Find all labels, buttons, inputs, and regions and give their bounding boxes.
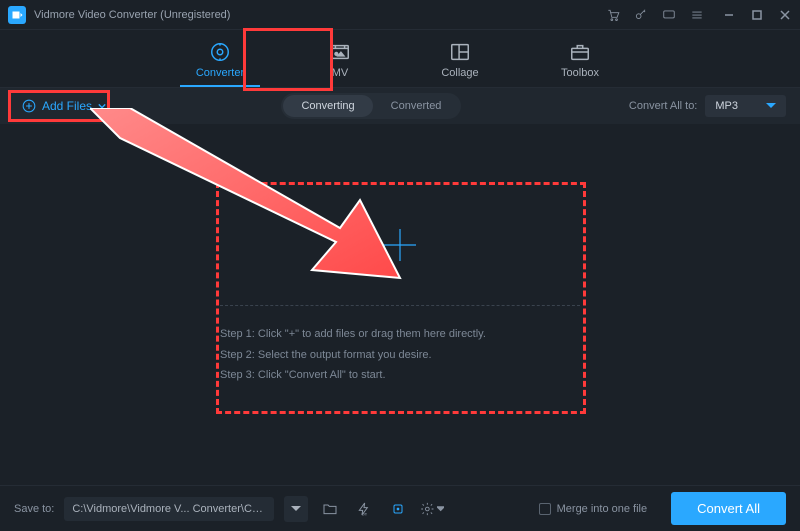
- tab-converter[interactable]: Converter: [180, 41, 260, 87]
- sub-toolbar: Add Files Converting Converted Convert A…: [0, 88, 800, 124]
- chevron-down-icon: [98, 102, 106, 110]
- minimize-button[interactable]: [722, 8, 736, 22]
- hardware-accel-button[interactable]: Off: [352, 497, 376, 521]
- high-speed-button[interactable]: [386, 497, 410, 521]
- titlebar: Vidmore Video Converter (Unregistered): [0, 0, 800, 30]
- tab-label: MV: [332, 67, 349, 79]
- merge-checkbox[interactable]: Merge into one file: [539, 503, 648, 515]
- tab-label: Toolbox: [561, 67, 599, 79]
- maximize-button[interactable]: [750, 8, 764, 22]
- convert-all-to-label: Convert All to:: [629, 100, 697, 112]
- segment-converting[interactable]: Converting: [283, 95, 372, 117]
- tab-toolbox[interactable]: Toolbox: [540, 41, 620, 87]
- step-text: Step 3: Click "Convert All" to start.: [220, 365, 580, 386]
- step-text: Step 2: Select the output format you des…: [220, 345, 580, 366]
- collage-icon: [449, 41, 471, 63]
- bottom-bar: Save to: C:\Vidmore\Vidmore V... Convert…: [0, 485, 800, 531]
- format-selected-value: MP3: [715, 100, 738, 112]
- cart-icon[interactable]: [606, 8, 620, 22]
- instructions: Step 1: Click "+" to add files or drag t…: [220, 324, 580, 387]
- convert-all-button[interactable]: Convert All: [671, 492, 786, 525]
- conversion-segment: Converting Converted: [281, 93, 461, 119]
- segment-converted[interactable]: Converted: [373, 95, 460, 117]
- plus-circle-icon: [22, 99, 36, 113]
- close-button[interactable]: [778, 8, 792, 22]
- feedback-icon[interactable]: [662, 8, 676, 22]
- merge-label: Merge into one file: [557, 503, 648, 515]
- open-folder-button[interactable]: [318, 497, 342, 521]
- add-files-plus-button[interactable]: [378, 223, 422, 267]
- dropzone[interactable]: Step 1: Click "+" to add files or drag t…: [220, 223, 580, 387]
- save-path-dropdown[interactable]: [284, 496, 308, 522]
- save-path-field[interactable]: C:\Vidmore\Vidmore V... Converter\Conver…: [64, 497, 274, 521]
- settings-button[interactable]: [420, 497, 444, 521]
- tab-mv[interactable]: MV: [300, 41, 380, 87]
- converter-icon: [209, 41, 231, 63]
- step-text: Step 1: Click "+" to add files or drag t…: [220, 324, 580, 345]
- key-icon[interactable]: [634, 8, 648, 22]
- menu-icon[interactable]: [690, 8, 704, 22]
- add-files-button[interactable]: Add Files: [14, 95, 114, 117]
- tab-label: Converter: [196, 67, 244, 79]
- svg-text:Off: Off: [362, 511, 368, 516]
- main-nav: Converter MV Collage Toolbox: [0, 30, 800, 88]
- add-files-label: Add Files: [42, 99, 92, 113]
- toolbox-icon: [569, 41, 591, 63]
- app-title: Vidmore Video Converter (Unregistered): [34, 9, 230, 21]
- divider: [220, 305, 580, 306]
- chevron-down-icon: [766, 101, 776, 111]
- checkbox-icon: [539, 503, 551, 515]
- mv-icon: [329, 41, 351, 63]
- save-to-label: Save to:: [14, 503, 54, 515]
- tab-label: Collage: [441, 67, 478, 79]
- output-format-select[interactable]: MP3: [705, 95, 786, 117]
- tab-collage[interactable]: Collage: [420, 41, 500, 87]
- app-logo-icon: [8, 6, 26, 24]
- main-area: Step 1: Click "+" to add files or drag t…: [0, 124, 800, 485]
